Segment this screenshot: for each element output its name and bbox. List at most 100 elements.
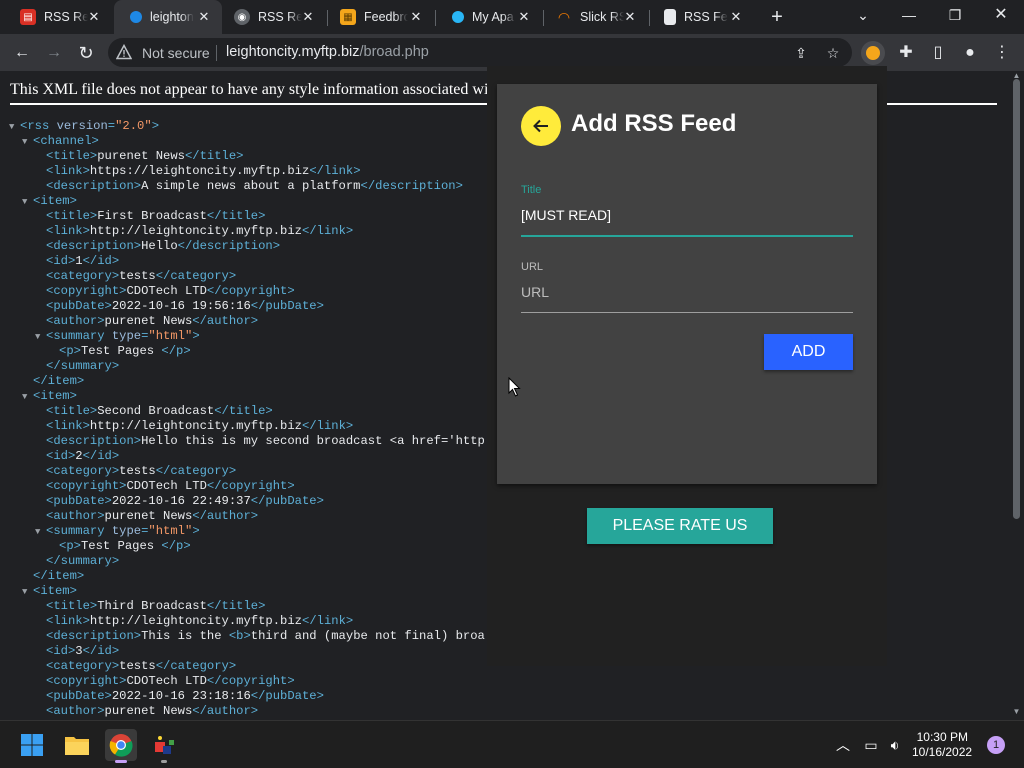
forward-arrow-icon[interactable]: → bbox=[42, 41, 66, 65]
url-text[interactable]: leightoncity.myftp.biz/broad.php bbox=[226, 44, 429, 60]
xml-line: <author>purenet News</author> bbox=[10, 704, 485, 719]
xml-line: ▼ <item> bbox=[10, 389, 485, 404]
tab-close-icon[interactable]: ✕ bbox=[300, 9, 316, 25]
collapse-triangle-icon[interactable]: ▼ bbox=[22, 195, 27, 210]
back-button[interactable] bbox=[521, 106, 561, 146]
extension-popup: Add RSS Feed Title URL ADD PLEASE RATE U… bbox=[487, 66, 887, 666]
show-hidden-icons-chevron-icon[interactable]: ︿ bbox=[833, 735, 853, 755]
rss-extension-icon[interactable] bbox=[861, 41, 885, 65]
restore-button[interactable]: ❐ bbox=[932, 0, 978, 30]
browser-tab[interactable]: RSS Fee ✕ bbox=[650, 0, 754, 34]
xml-line: <copyright>CDOTech LTD</copyright> bbox=[10, 284, 485, 299]
start-button[interactable] bbox=[16, 729, 48, 761]
xml-line-text: <author>purenet News</author> bbox=[46, 314, 259, 328]
title-field-label: Title bbox=[521, 184, 542, 196]
rate-us-button[interactable]: PLEASE RATE US bbox=[587, 508, 773, 544]
file-explorer-button[interactable] bbox=[61, 729, 93, 761]
collapse-triangle-icon[interactable]: ▼ bbox=[9, 120, 14, 135]
tab-close-icon[interactable]: ✕ bbox=[622, 9, 638, 25]
title-input[interactable] bbox=[521, 202, 853, 228]
site-icon bbox=[452, 11, 464, 23]
notification-badge[interactable]: 1 bbox=[987, 736, 1005, 754]
browser-tab[interactable]: ▤ RSS Rea ✕ bbox=[8, 0, 112, 34]
xml-tree: ▼ <rss version="2.0"> ▼ <channel> <title>pur… bbox=[9, 119, 485, 719]
xml-line: <p>Test Pages </p> bbox=[10, 539, 485, 554]
xml-line: ▼ <item> bbox=[10, 194, 485, 209]
security-status[interactable]: Not secure bbox=[142, 45, 210, 61]
menu-kebab-icon[interactable]: ⋮ bbox=[990, 41, 1014, 65]
extensions-puzzle-icon[interactable]: ✚ bbox=[894, 41, 918, 65]
network-icon[interactable]: ▭ bbox=[861, 735, 881, 755]
document-icon bbox=[664, 9, 676, 25]
browser-tab[interactable]: My Apa ✕ bbox=[436, 0, 542, 34]
chrome-taskbar-button[interactable] bbox=[105, 729, 137, 763]
windows-logo-icon bbox=[21, 734, 43, 756]
xml-line: ▼ <rss version="2.0"> bbox=[9, 119, 485, 135]
slick-rss-icon: ◠ bbox=[557, 8, 571, 25]
xml-line: <id>3</id> bbox=[10, 644, 485, 659]
collapse-triangle-icon[interactable]: ▼ bbox=[22, 135, 27, 150]
site-icon bbox=[130, 11, 142, 23]
xml-line: <link>http://leightoncity.myftp.biz</lin… bbox=[10, 224, 485, 239]
xml-line-text: <item> bbox=[33, 584, 77, 598]
xml-line-text: <p>Test Pages </p> bbox=[59, 344, 191, 358]
tab-close-icon[interactable]: ✕ bbox=[86, 9, 102, 25]
app-taskbar-button[interactable] bbox=[148, 729, 180, 763]
xml-line-text: <description>A simple news about a platf… bbox=[46, 179, 463, 193]
tab-close-icon[interactable]: ✕ bbox=[516, 9, 532, 25]
tab-close-icon[interactable]: ✕ bbox=[728, 9, 744, 25]
new-tab-button[interactable]: + bbox=[766, 6, 788, 28]
tab-search-chevron-icon[interactable]: ⌄ bbox=[840, 0, 886, 30]
xml-line-text: <summary type="html"> bbox=[46, 329, 200, 343]
xml-line-text: <p>Test Pages </p> bbox=[59, 539, 191, 553]
warning-icon[interactable] bbox=[116, 44, 132, 60]
system-clock[interactable]: 10:30 PM 10/16/2022 bbox=[912, 730, 972, 760]
xml-line: <link>http://leightoncity.myftp.biz</lin… bbox=[10, 614, 485, 629]
back-arrow-icon bbox=[533, 119, 548, 133]
browser-tab[interactable]: ▦ Feedbro ✕ bbox=[328, 0, 434, 34]
xml-line: </summary> bbox=[10, 554, 485, 569]
back-arrow-icon[interactable]: ← bbox=[10, 41, 34, 65]
tab-close-icon[interactable]: ✕ bbox=[408, 9, 424, 25]
app-icon bbox=[155, 736, 174, 754]
browser-tab-active[interactable]: leighton ✕ bbox=[114, 0, 222, 34]
scroll-down-icon[interactable]: ▼ bbox=[1009, 707, 1024, 719]
bookmark-star-icon[interactable]: ☆ bbox=[824, 44, 842, 62]
xml-line: <p>Test Pages </p> bbox=[10, 344, 485, 359]
url-field-label: URL bbox=[521, 261, 544, 273]
mouse-cursor-icon bbox=[508, 377, 521, 397]
address-bar[interactable]: Not secure leightoncity.myftp.biz/broad.… bbox=[108, 38, 852, 67]
reload-icon[interactable]: ↻ bbox=[74, 41, 98, 65]
close-window-button[interactable]: ✕ bbox=[978, 0, 1024, 30]
url-input[interactable] bbox=[521, 279, 853, 305]
url-host: leightoncity.myftp.biz bbox=[226, 44, 360, 60]
share-icon[interactable]: ⇪ bbox=[792, 44, 810, 62]
xml-line-text: <category>tests</category> bbox=[46, 464, 237, 478]
page-scrollbar[interactable]: ▲ ▼ bbox=[1009, 71, 1024, 720]
xml-line: <category>tests</category> bbox=[10, 659, 485, 674]
collapse-triangle-icon[interactable]: ▼ bbox=[35, 525, 40, 540]
volume-icon[interactable]: 🔉︎ bbox=[885, 735, 905, 755]
xml-line-text: <title>Third Broadcast</title> bbox=[46, 599, 266, 613]
collapse-triangle-icon[interactable]: ▼ bbox=[35, 330, 40, 345]
xml-line: <title>First Broadcast</title> bbox=[10, 209, 485, 224]
xml-line-text: <title>purenet News</title> bbox=[46, 149, 244, 163]
profile-avatar-icon[interactable]: ● bbox=[958, 41, 982, 65]
xml-line-text: <category>tests</category> bbox=[46, 269, 237, 283]
minimize-button[interactable]: — bbox=[886, 0, 932, 30]
xml-line-text: <category>tests</category> bbox=[46, 659, 237, 673]
xml-line: <title>purenet News</title> bbox=[10, 149, 485, 164]
collapse-triangle-icon[interactable]: ▼ bbox=[22, 585, 27, 600]
side-panel-icon[interactable]: ▯ bbox=[926, 41, 950, 65]
xml-line-text: <description>Hello</description> bbox=[46, 239, 281, 253]
collapse-triangle-icon[interactable]: ▼ bbox=[22, 390, 27, 405]
xml-line: <description>Hello this is my second bro… bbox=[10, 434, 485, 449]
tab-close-icon[interactable]: ✕ bbox=[196, 9, 212, 25]
browser-tab[interactable]: ◉ RSS Rea ✕ bbox=[222, 0, 326, 34]
xml-line: <copyright>CDOTech LTD</copyright> bbox=[10, 479, 485, 494]
xml-line-text: <id>2</id> bbox=[46, 449, 120, 463]
browser-tab[interactable]: ◠ Slick RS ✕ bbox=[544, 0, 648, 34]
xml-line: <title>Third Broadcast</title> bbox=[10, 599, 485, 614]
add-button[interactable]: ADD bbox=[764, 334, 853, 370]
scrollbar-thumb[interactable] bbox=[1013, 79, 1020, 519]
